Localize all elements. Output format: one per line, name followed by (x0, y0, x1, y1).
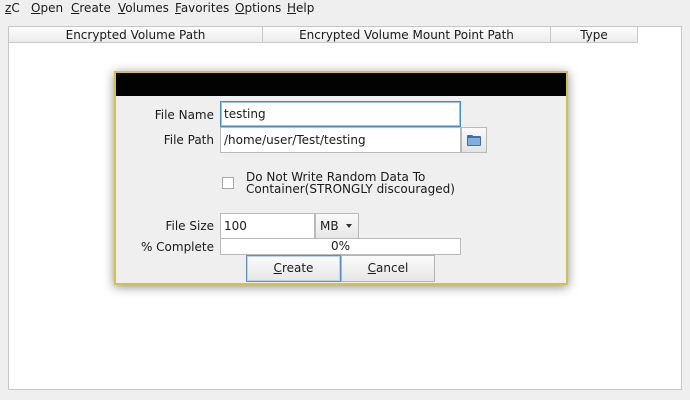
menu-volumes[interactable]: Volumes (118, 1, 169, 15)
file-name-label: File Name (154, 108, 214, 122)
progress-bar: 0% (220, 238, 461, 255)
menu-bar: zC Open Create Volumes Favorites Options… (0, 0, 690, 16)
no-random-data-checkbox[interactable] (222, 177, 234, 189)
menu-zc[interactable]: zC (5, 1, 20, 15)
progress-text: 0% (330, 239, 351, 253)
menu-favorites[interactable]: Favorites (175, 1, 229, 15)
no-random-data-label-line2: Container(STRONGLY discouraged) (246, 182, 455, 196)
size-unit-value: MB (320, 219, 339, 233)
menu-create[interactable]: Create (71, 1, 111, 15)
dialog-title-bar[interactable] (116, 73, 566, 96)
folder-open-icon (467, 135, 481, 146)
file-size-input[interactable]: 100 (220, 213, 315, 239)
file-path-input[interactable]: /home/user/Test/testing (220, 127, 461, 153)
cancel-button[interactable]: Cancel (341, 255, 435, 282)
menu-open[interactable]: Open (31, 1, 63, 15)
chevron-down-icon (346, 224, 352, 228)
file-size-label: File Size (165, 219, 214, 233)
menu-options[interactable]: Options (235, 1, 281, 15)
browse-folder-button[interactable] (461, 127, 487, 153)
column-header-type[interactable]: Type (551, 27, 638, 43)
file-name-input[interactable]: testing (220, 101, 461, 127)
create-button[interactable]: Create (246, 255, 341, 282)
column-header-mount-point[interactable]: Encrypted Volume Mount Point Path (263, 27, 551, 43)
percent-complete-label: % Complete (140, 240, 214, 254)
create-volume-dialog: File Name testing File Path /home/user/T… (114, 71, 568, 285)
column-header-volume-path[interactable]: Encrypted Volume Path (9, 27, 263, 43)
menu-help[interactable]: Help (287, 1, 314, 15)
size-unit-select[interactable]: MB (315, 213, 359, 239)
file-path-label: File Path (163, 133, 214, 147)
